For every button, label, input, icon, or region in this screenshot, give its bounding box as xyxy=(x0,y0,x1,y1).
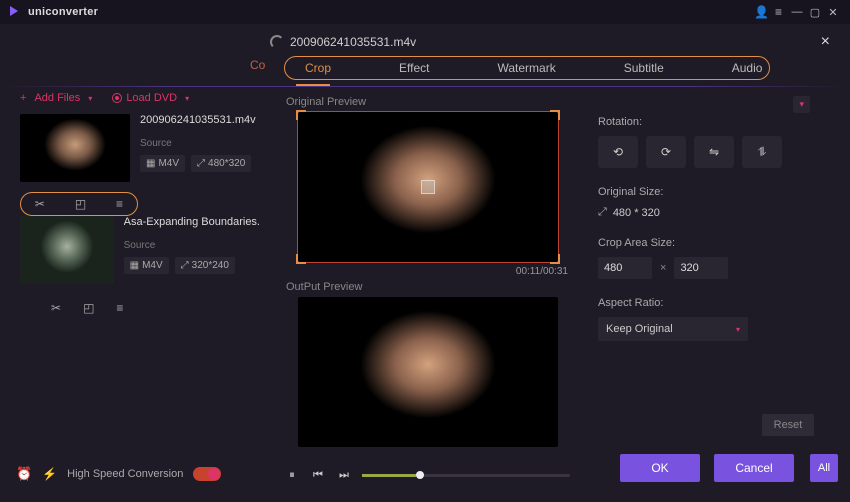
expand-icon: ⤢ xyxy=(598,206,607,219)
crop-width-input[interactable] xyxy=(598,257,652,279)
seek-fill xyxy=(362,474,416,477)
crop-handle-tr[interactable] xyxy=(550,110,560,120)
user-icon[interactable]: 👤 xyxy=(754,5,769,19)
convert-all-button[interactable]: All xyxy=(810,454,838,482)
expand-icon: ⤢ xyxy=(197,158,205,169)
original-size-value: 480 * 320 xyxy=(613,207,660,219)
chevron-down-icon: ▾ xyxy=(736,325,740,334)
app-name: uniconverter xyxy=(28,6,98,18)
close-window-button[interactable]: ✕ xyxy=(824,6,842,19)
clip-list-panel: + Add Files ▾ Load DVD ▾ 200906241035531… xyxy=(20,92,260,326)
film-icon: ▦ xyxy=(146,158,155,169)
output-preview-label: OutPut Preview xyxy=(286,281,570,293)
minimize-button[interactable]: — xyxy=(788,6,806,18)
bg-tab-convert: Co xyxy=(250,58,265,72)
clip-dims-chip: ⤢320*240 xyxy=(175,257,235,274)
titlebar: uniconverter 👤 ≡ — ▢ ✕ xyxy=(0,0,850,24)
add-files-button[interactable]: Add Files xyxy=(34,92,80,104)
seek-slider[interactable] xyxy=(362,474,570,477)
crop-center-handle[interactable] xyxy=(421,180,435,194)
clip-item[interactable]: Asa-Expanding Boundaries. Source ▦M4V ⤢3… xyxy=(20,216,260,284)
expand-icon: ⤢ xyxy=(181,260,189,271)
clip-thumbnail xyxy=(20,114,130,182)
background-tabs: Co xyxy=(0,58,260,72)
tab-audio[interactable]: Audio xyxy=(732,61,763,75)
ok-button[interactable]: OK xyxy=(620,454,700,482)
tab-watermark[interactable]: Watermark xyxy=(497,61,555,75)
seek-knob[interactable] xyxy=(416,471,424,479)
clip-dims-chip: ⤢480*320 xyxy=(191,155,251,172)
film-icon: ▦ xyxy=(130,260,139,271)
aspect-ratio-label: Aspect Ratio: xyxy=(598,297,812,309)
original-size-label: Original Size: xyxy=(598,186,812,198)
clip-title: Asa-Expanding Boundaries. xyxy=(124,216,260,228)
tab-effect[interactable]: Effect xyxy=(399,61,429,75)
clip-source-label: Source xyxy=(140,138,260,149)
divider-line xyxy=(0,86,850,87)
flip-horizontal-button[interactable]: ⇋ xyxy=(694,136,734,168)
reset-button[interactable]: Reset xyxy=(762,414,814,436)
playback-time: 00:11/00:31 xyxy=(284,266,568,277)
load-dvd-label: Load DVD xyxy=(126,92,177,104)
preview-panel: Original Preview 00:11/00:31 OutPut Prev… xyxy=(284,92,570,460)
footer-bar: ⏰ ⚡ High Speed Conversion xyxy=(16,466,221,482)
clip-tools-row: ✂ ◰ ≡ xyxy=(20,294,260,326)
clip-format-chip: ▦M4V xyxy=(140,155,185,172)
crop-icon[interactable]: ◰ xyxy=(75,197,86,211)
high-speed-label: High Speed Conversion xyxy=(67,468,183,480)
crop-icon[interactable]: ◰ xyxy=(83,301,94,315)
clip-item[interactable]: 200906241035531.m4v Source ▦M4V ⤢480*320 xyxy=(20,114,260,182)
original-preview-label: Original Preview xyxy=(286,96,570,108)
clip-source-label: Source xyxy=(124,240,260,251)
disc-icon xyxy=(112,93,122,103)
sliders-icon[interactable]: ≡ xyxy=(116,197,123,211)
clock-icon[interactable]: ⏰ xyxy=(16,466,32,482)
rotate-ccw-button[interactable]: ⟲ xyxy=(598,136,638,168)
clip-tools-row: ✂ ◰ ≡ xyxy=(20,192,138,216)
output-preview xyxy=(298,297,558,447)
load-dvd-button[interactable]: Load DVD xyxy=(112,92,177,104)
add-files-row: + Add Files ▾ Load DVD ▾ xyxy=(20,92,260,104)
crop-settings-panel: Rotation: ⟲ ⟳ ⇋ ⥮ Original Size: ⤢ 480 *… xyxy=(584,108,826,442)
loading-spinner-icon xyxy=(270,35,284,49)
tab-crop[interactable]: Crop xyxy=(305,61,331,75)
next-frame-button[interactable]: ⏭ xyxy=(336,469,352,482)
clip-title: 200906241035531.m4v xyxy=(140,114,260,126)
crop-handle-bl[interactable] xyxy=(296,254,306,264)
scissors-icon[interactable]: ✂ xyxy=(35,197,45,211)
scissors-icon[interactable]: ✂ xyxy=(51,301,61,315)
playback-controls: ⏸ ⏮ ⏭ xyxy=(284,469,570,482)
rotation-label: Rotation: xyxy=(598,116,812,128)
load-dvd-dropdown-icon[interactable]: ▾ xyxy=(185,94,189,103)
crop-handle-br[interactable] xyxy=(550,254,560,264)
app-logo-icon xyxy=(8,5,22,19)
maximize-button[interactable]: ▢ xyxy=(806,6,824,19)
close-editor-button[interactable]: × xyxy=(815,33,836,51)
hamburger-icon[interactable]: ≡ xyxy=(775,5,782,19)
bolt-icon: ⚡ xyxy=(42,467,57,481)
editor-tabs: Crop Effect Watermark Subtitle Audio xyxy=(284,56,770,80)
cancel-button[interactable]: Cancel xyxy=(714,454,794,482)
clip-thumbnail xyxy=(20,216,114,284)
add-files-dropdown-icon[interactable]: ▾ xyxy=(88,94,92,103)
rotate-cw-button[interactable]: ⟳ xyxy=(646,136,686,168)
aspect-ratio-select[interactable]: Keep Original ▾ xyxy=(598,317,748,341)
aspect-ratio-value: Keep Original xyxy=(606,323,673,335)
sliders-icon[interactable]: ≡ xyxy=(116,301,123,315)
prev-frame-button[interactable]: ⏮ xyxy=(310,469,326,482)
multiply-icon: × xyxy=(660,262,666,274)
plus-icon: + xyxy=(20,92,26,104)
pause-button[interactable]: ⏸ xyxy=(284,469,300,482)
flip-vertical-button[interactable]: ⥮ xyxy=(742,136,782,168)
clip-format-chip: ▦M4V xyxy=(124,257,169,274)
original-preview[interactable] xyxy=(298,112,558,262)
tab-subtitle[interactable]: Subtitle xyxy=(624,61,664,75)
high-speed-toggle[interactable] xyxy=(193,467,221,481)
crop-height-input[interactable] xyxy=(674,257,728,279)
current-file-name: 200906241035531.m4v xyxy=(290,35,416,49)
crop-area-label: Crop Area Size: xyxy=(598,237,812,249)
file-bar: 200906241035531.m4v × xyxy=(270,30,836,54)
crop-handle-tl[interactable] xyxy=(296,110,306,120)
